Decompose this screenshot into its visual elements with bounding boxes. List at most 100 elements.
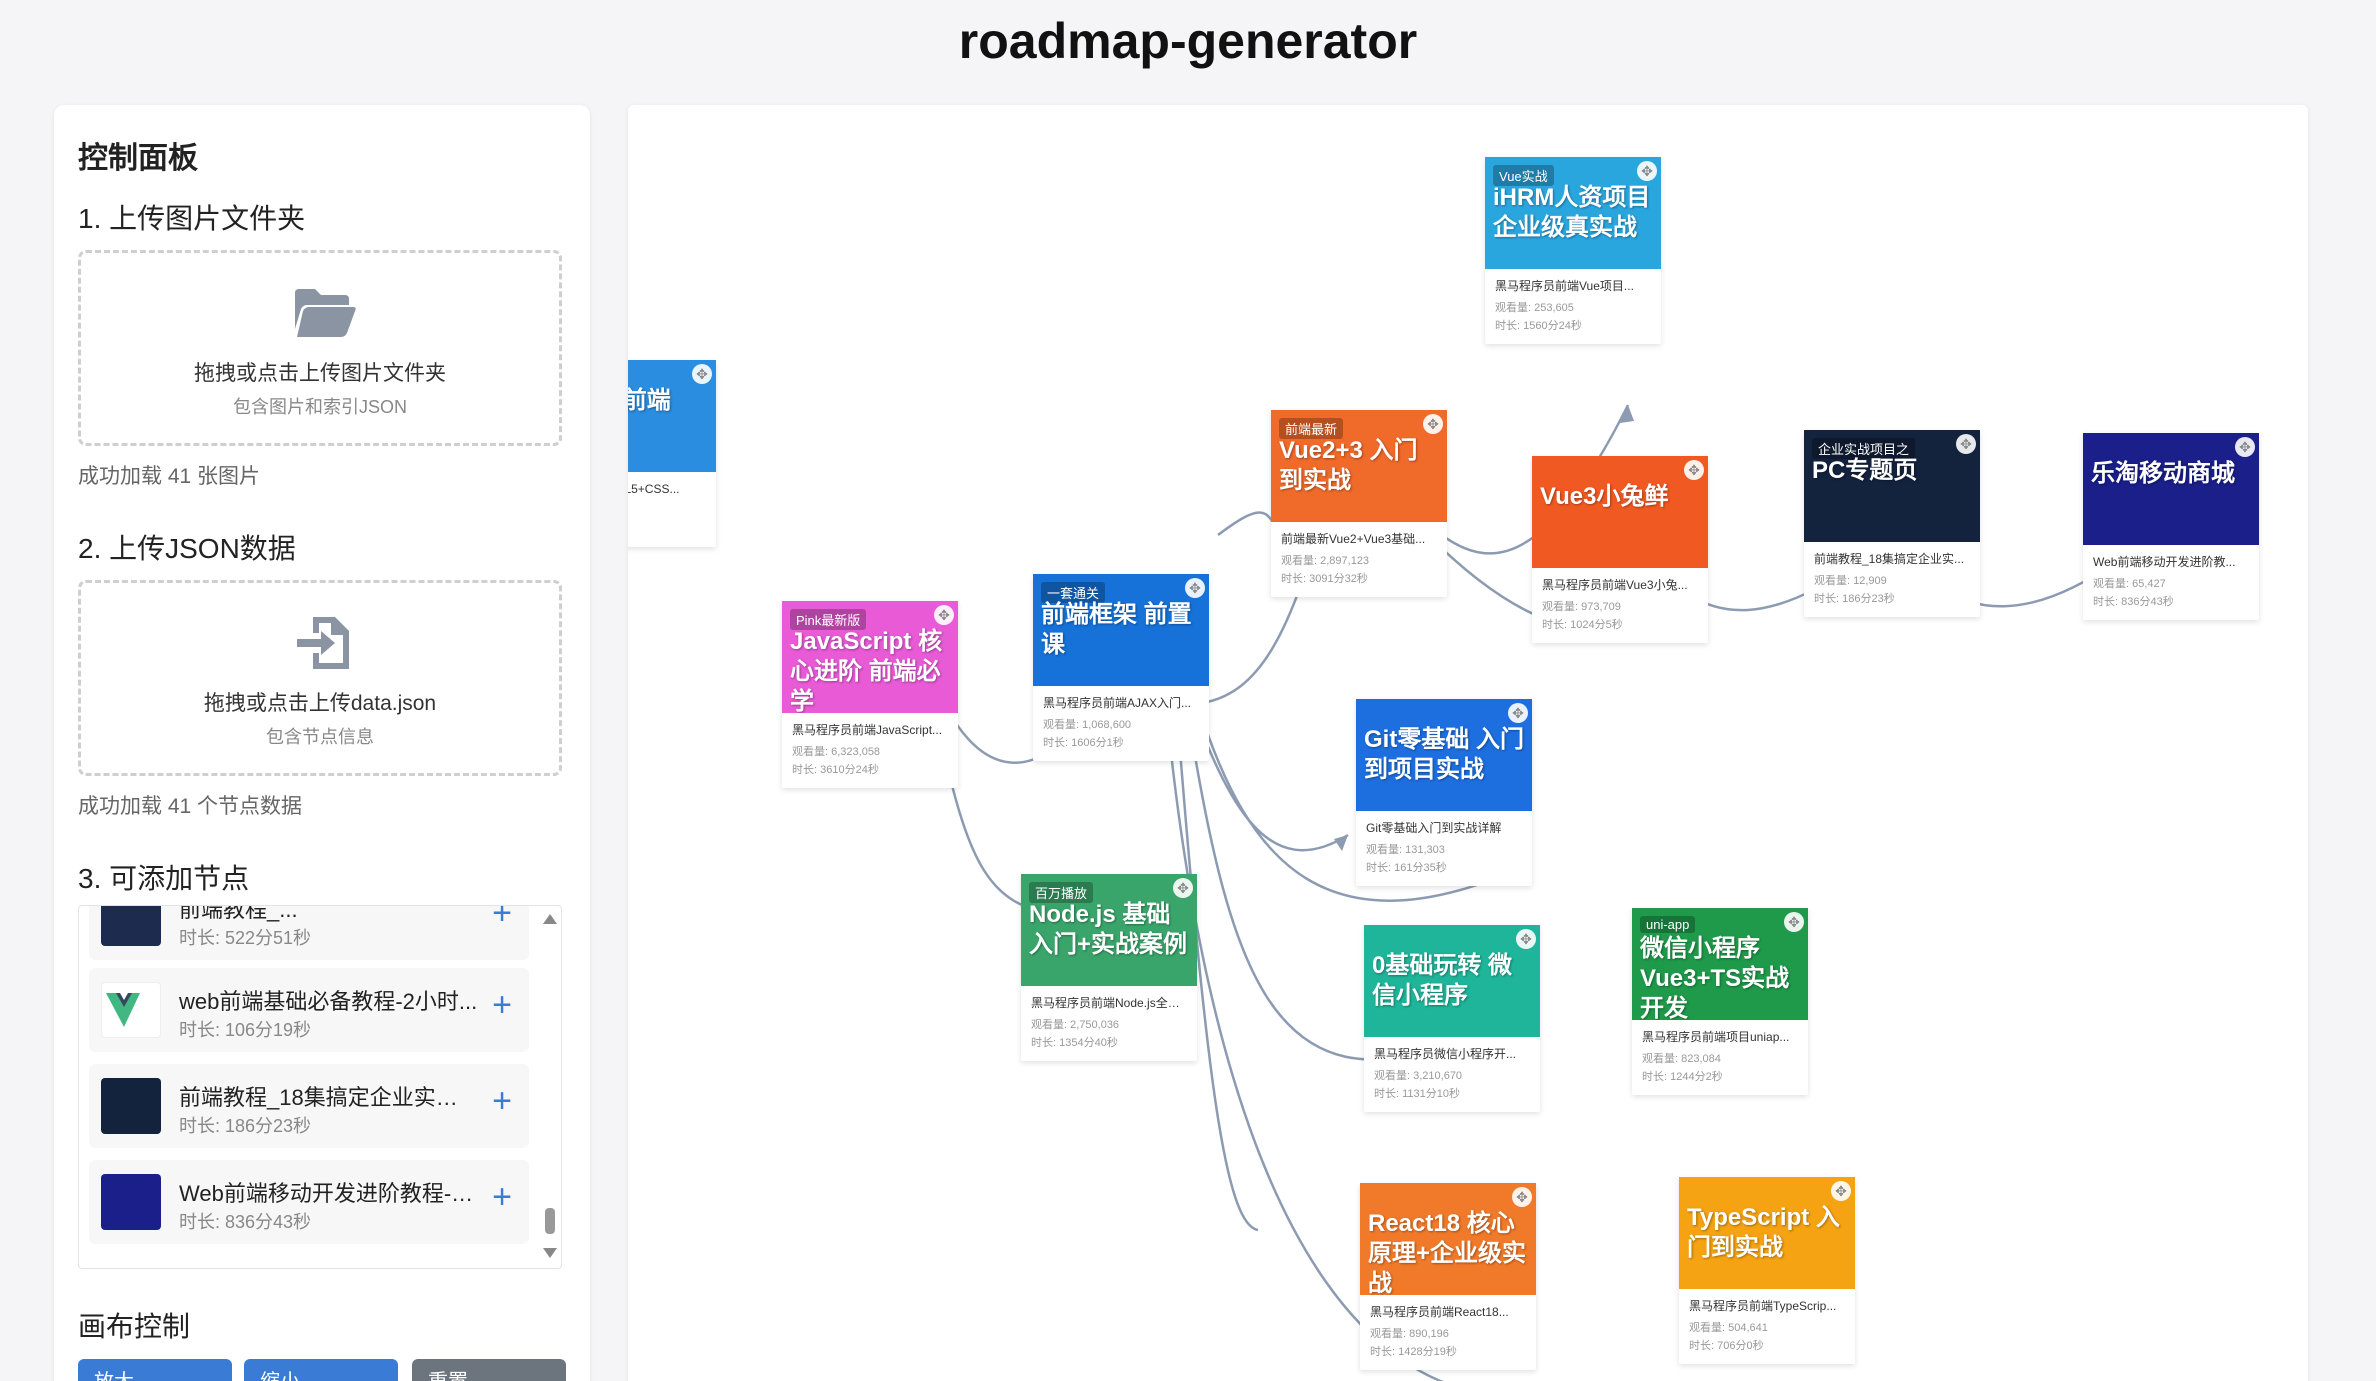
node-views: 观看量: 2,897,123 (1281, 555, 1370, 567)
move-icon[interactable]: ✥ (1423, 414, 1443, 434)
dropzone-sub-text: 包含图片和索引JSON (232, 397, 407, 417)
node-title: 黑马程序员前端Vue项目... (1495, 279, 1634, 293)
node-title: 黑马程序员前端JavaScript... (792, 723, 943, 737)
move-icon[interactable]: ✥ (1637, 161, 1657, 181)
node-thumbnail (101, 982, 161, 1038)
node-thumbnail: 一套通关 前端框架 前置课 ✥ (1033, 574, 1209, 686)
thumbnail-text: React18 核心原理+企业级实战 (1368, 1210, 1527, 1295)
edge (1186, 694, 1349, 852)
node-views: 观看量: 3,210,670 (1374, 1070, 1463, 1082)
plus-icon[interactable]: + (487, 1084, 517, 1118)
scroll-down-icon[interactable] (543, 1248, 557, 1258)
node-thumbnail: 乐淘移动商城 ✥ (2083, 433, 2259, 545)
addable-node-list[interactable]: 前端教程_... 时长: 522分51秒 + web前端基础必备教程-2小时..… (78, 905, 562, 1269)
list-item-duration: 时长: 186分23秒 (179, 1116, 312, 1136)
course-node[interactable]: 百万播放 Node.js 基础入门+实战案例 ✥ 黑马程序员前端Node.js全… (1021, 874, 1197, 1061)
move-icon[interactable]: ✥ (692, 364, 712, 384)
image-folder-dropzone[interactable]: 拖拽或点击上传图片文件夹 包含图片和索引JSON (78, 250, 562, 446)
course-node[interactable]: 0到1学前端 ✥ Web开发HTML5+CSS... 学习 (628, 360, 716, 547)
node-duration: 时长: 1024分5秒 (1542, 619, 1623, 631)
course-node[interactable]: 一套通关 前端框架 前置课 ✥ 黑马程序员前端AJAX入门... 观看量: 1,… (1033, 574, 1209, 761)
roadmap-canvas[interactable]: 0到1学前端 ✥ Web开发HTML5+CSS... 学习 Vue实战 iHRM… (628, 105, 2308, 1381)
list-item-title: Web前端移动开发进阶教程-乐... (179, 1181, 479, 1206)
node-views: 观看量: 12,909 (1814, 575, 1887, 587)
node-title: 黑马程序员前端AJAX入门... (1043, 696, 1192, 710)
plus-icon[interactable]: + (487, 1180, 517, 1214)
course-node[interactable]: 乐淘移动商城 ✥ Web前端移动开发进阶教... 观看量: 65,427 时长:… (2083, 433, 2259, 620)
node-title: Web开发HTML5+CSS... (628, 482, 680, 496)
move-icon[interactable]: ✥ (1784, 912, 1804, 932)
node-duration: 时长: 161分35秒 (1366, 862, 1447, 874)
move-icon[interactable]: ✥ (1956, 434, 1976, 454)
node-title: 黑马程序员前端项目uniap... (1642, 1030, 1790, 1044)
node-thumbnail: 企业实战项目之 PC专题页 ✥ (1804, 430, 1980, 542)
scroll-up-icon[interactable] (543, 914, 557, 924)
thumbnail-text: JavaScript 核心进阶 前端必学 (790, 628, 943, 713)
list-item[interactable]: 前端教程_18集搞定企业实战项... 时长: 186分23秒 + (89, 1064, 529, 1148)
list-item-duration: 时长: 522分51秒 (179, 928, 312, 948)
node-title: 黑马程序员前端Node.js全套入... (1031, 996, 1189, 1010)
list-item[interactable]: 前端教程_... 时长: 522分51秒 + (89, 906, 529, 960)
dropzone-sub-text: 包含节点信息 (266, 727, 374, 747)
plus-icon[interactable]: + (487, 906, 517, 930)
course-node[interactable]: Vue实战 iHRM人资项目 企业级真实战 ✥ 黑马程序员前端Vue项目... … (1485, 157, 1661, 344)
move-icon[interactable]: ✥ (1831, 1181, 1851, 1201)
node-duration: 时长: 1131分10秒 (1374, 1088, 1461, 1100)
app-title: roadmap-generator (958, 13, 1418, 69)
list-item-duration: 时长: 106分19秒 (179, 1020, 312, 1040)
list-scrollbar[interactable] (539, 906, 561, 1268)
node-thumbnail: 前端最新 Vue2+3 入门到实战 ✥ (1271, 410, 1447, 522)
move-icon[interactable]: ✥ (2235, 437, 2255, 457)
move-icon[interactable]: ✥ (1512, 1187, 1532, 1207)
course-node[interactable]: Pink最新版 JavaScript 核心进阶 前端必学 ✥ 黑马程序员前端Ja… (782, 601, 958, 788)
thumbnail-text: 乐淘移动商城 (2091, 460, 2235, 487)
plus-icon[interactable]: + (487, 988, 517, 1022)
upload-images-heading: 1. 上传图片文件夹 (78, 203, 306, 234)
edge (1217, 511, 1280, 537)
node-views: 观看量: 65,427 (2093, 578, 2166, 590)
move-icon[interactable]: ✥ (1185, 578, 1205, 598)
folder-open-icon (295, 289, 356, 337)
course-node[interactable]: 企业实战项目之 PC专题页 ✥ 前端教程_18集搞定企业实... 观看量: 12… (1804, 430, 1980, 617)
move-icon[interactable]: ✥ (1508, 703, 1528, 723)
thumbnail-text: 0到1学前端 (628, 387, 671, 414)
node-thumbnail: Git零基础 入门到项目实战 ✥ (1356, 699, 1532, 811)
move-icon[interactable]: ✥ (1684, 460, 1704, 480)
json-dropzone[interactable]: 拖拽或点击上传data.json 包含节点信息 (78, 580, 562, 776)
scrollbar-thumb[interactable] (545, 1208, 555, 1234)
course-node[interactable]: 0基础玩转 微信小程序 ✥ 黑马程序员微信小程序开... 观看量: 3,210,… (1364, 925, 1540, 1112)
node-title: 前端最新Vue2+Vue3基础... (1281, 532, 1426, 546)
node-title: Web前端移动开发进阶教... (2093, 555, 2236, 569)
node-title: 黑马程序员前端Vue3小兔... (1542, 578, 1688, 592)
list-item[interactable]: Web前端移动开发进阶教程-乐... 时长: 836分43秒 + (89, 1160, 529, 1244)
node-views: 观看量: 890,196 (1370, 1328, 1449, 1340)
list-item[interactable]: web前端基础必备教程-2小时... 时长: 106分19秒 + (89, 968, 529, 1052)
node-duration: 时长: 1354分40秒 (1031, 1037, 1118, 1049)
thumbnail-text: TypeScript 入门到实战 (1687, 1204, 1840, 1261)
course-node[interactable]: uni-app 微信小程序 Vue3+TS实战开发 ✥ 黑马程序员前端项目uni… (1632, 908, 1808, 1095)
node-duration: 时长: 3610分24秒 (792, 764, 879, 776)
course-node[interactable]: Git零基础 入门到项目实战 ✥ Git零基础入门到实战详解 观看量: 131,… (1356, 699, 1532, 886)
node-duration: 时长: 3091分32秒 (1281, 573, 1368, 585)
course-node[interactable]: 前端最新 Vue2+3 入门到实战 ✥ 前端最新Vue2+Vue3基础... 观… (1271, 410, 1447, 597)
course-node[interactable]: Vue3小兔鲜 ✥ 黑马程序员前端Vue3小兔... 观看量: 973,709 … (1532, 456, 1708, 643)
zoom-out-button[interactable]: 缩小 (244, 1359, 398, 1381)
zoom-in-button[interactable]: 放大 (78, 1359, 232, 1381)
thumbnail-tag: uni-app (1640, 916, 1696, 933)
thumbnail-text: 前端框架 前置课 (1041, 601, 1192, 658)
node-duration: 时长: 1560分24秒 (1495, 320, 1582, 332)
upload-json-heading: 2. 上传JSON数据 (78, 533, 296, 564)
move-icon[interactable]: ✥ (1173, 878, 1193, 898)
node-thumbnail: React18 核心原理+企业级实战 ✥ (1360, 1183, 1536, 1295)
course-node[interactable]: TypeScript 入门到实战 ✥ 黑马程序员前端TypeScrip... 观… (1679, 1177, 1855, 1364)
course-node[interactable]: React18 核心原理+企业级实战 ✥ 黑马程序员前端React18... 观… (1360, 1183, 1536, 1370)
node-thumbnail: uni-app 微信小程序 Vue3+TS实战开发 ✥ (1632, 908, 1808, 1020)
vue-logo-icon (106, 993, 140, 1027)
node-views: 观看量: 973,709 (1542, 601, 1621, 613)
move-icon[interactable]: ✥ (1516, 929, 1536, 949)
move-icon[interactable]: ✥ (934, 605, 954, 625)
node-views: 观看量: 6,323,058 (792, 746, 881, 758)
reset-button[interactable]: 重置 (412, 1359, 566, 1381)
thumbnail-text: 0基础玩转 微信小程序 (1372, 952, 1513, 1009)
node-thumbnail: 0到1学前端 ✥ (628, 360, 716, 472)
